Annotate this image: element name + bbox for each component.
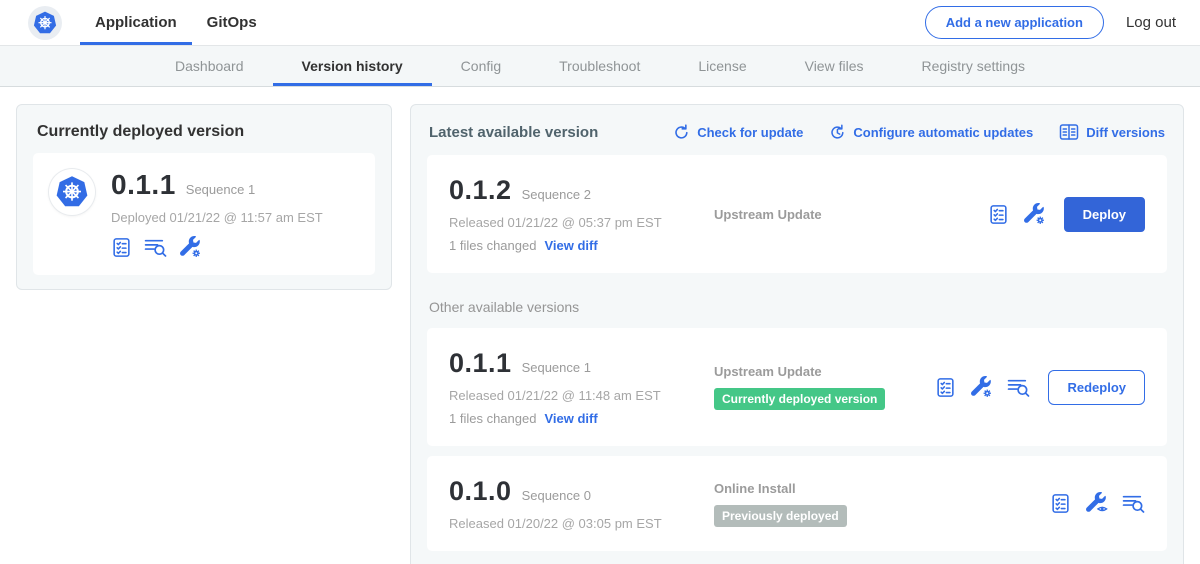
- release-notes-icon[interactable]: [111, 237, 132, 258]
- schedule-icon: [829, 124, 846, 141]
- currently-deployed-title: Currently deployed version: [37, 123, 375, 141]
- diff-versions-label: Diff versions: [1086, 125, 1165, 140]
- available-versions-panel: Latest available version Check for updat…: [410, 104, 1184, 564]
- files-changed: 1 files changed: [449, 411, 536, 426]
- check-for-update-label: Check for update: [697, 125, 803, 140]
- currently-deployed-panel: Currently deployed version 0.1.1 Sequenc…: [16, 104, 392, 290]
- configure-automatic-updates-link[interactable]: Configure automatic updates: [829, 124, 1033, 141]
- redeploy-button[interactable]: Redeploy: [1048, 370, 1145, 405]
- view-logs-icon[interactable]: [1122, 493, 1145, 514]
- view-logs-icon[interactable]: [144, 237, 167, 258]
- subnav-tab-dashboard[interactable]: Dashboard: [146, 46, 273, 86]
- version-card-0-1-1: 0.1.1 Sequence 1 Released 01/21/22 @ 11:…: [427, 328, 1167, 446]
- release-notes-icon[interactable]: [935, 377, 956, 398]
- refresh-icon: [673, 124, 690, 141]
- version-number: 0.1.0: [449, 476, 512, 507]
- subnav-tab-view-files[interactable]: View files: [776, 46, 893, 86]
- kubernetes-logo: [28, 6, 62, 40]
- version-released: Released 01/21/22 @ 05:37 pm EST: [449, 215, 714, 230]
- diff-icon: [1059, 123, 1079, 141]
- version-released: Released 01/20/22 @ 03:05 pm EST: [449, 516, 714, 531]
- version-source: Upstream Update: [714, 207, 822, 222]
- view-diff-link[interactable]: View diff: [544, 411, 597, 426]
- subnav-tab-config[interactable]: Config: [432, 46, 530, 86]
- currently-deployed-badge: Currently deployed version: [714, 388, 885, 410]
- other-available-title: Other available versions: [429, 299, 1165, 315]
- version-history-page: Currently deployed version 0.1.1 Sequenc…: [0, 87, 1200, 564]
- check-for-update-link[interactable]: Check for update: [673, 124, 803, 141]
- deployed-sequence: Sequence 1: [186, 182, 255, 197]
- version-sequence: Sequence 2: [522, 187, 591, 202]
- tab-gitops[interactable]: GitOps: [192, 0, 272, 45]
- edit-config-icon[interactable]: [1023, 203, 1046, 226]
- version-number: 0.1.2: [449, 175, 512, 206]
- app-tabs: Application GitOps: [80, 0, 272, 45]
- release-notes-icon[interactable]: [988, 204, 1009, 225]
- subnav-tab-troubleshoot[interactable]: Troubleshoot: [530, 46, 669, 86]
- release-notes-icon[interactable]: [1050, 493, 1071, 514]
- tab-application[interactable]: Application: [80, 0, 192, 45]
- app-icon: [49, 169, 95, 215]
- edit-config-icon[interactable]: [970, 376, 993, 399]
- version-sequence: Sequence 1: [522, 360, 591, 375]
- subnav-tab-version-history[interactable]: Version history: [273, 46, 432, 86]
- deployed-timestamp: Deployed 01/21/22 @ 11:57 am EST: [111, 210, 323, 225]
- version-source: Online Install: [714, 481, 796, 496]
- view-diff-link[interactable]: View diff: [544, 238, 597, 253]
- topbar: Application GitOps Add a new application…: [0, 0, 1200, 45]
- app-subnav: Dashboard Version history Config Trouble…: [0, 45, 1200, 87]
- currently-deployed-card: 0.1.1 Sequence 1 Deployed 01/21/22 @ 11:…: [33, 153, 375, 275]
- subnav-tab-license[interactable]: License: [669, 46, 775, 86]
- diff-versions-link[interactable]: Diff versions: [1059, 123, 1165, 141]
- logout-button[interactable]: Log out: [1126, 14, 1184, 31]
- version-sequence: Sequence 0: [522, 488, 591, 503]
- deploy-button[interactable]: Deploy: [1064, 197, 1145, 232]
- version-number: 0.1.1: [449, 348, 512, 379]
- version-source: Upstream Update: [714, 364, 822, 379]
- previously-deployed-badge: Previously deployed: [714, 505, 847, 527]
- view-config-icon[interactable]: [1085, 492, 1108, 515]
- subnav-tab-registry-settings[interactable]: Registry settings: [893, 46, 1054, 86]
- deployed-version-number: 0.1.1: [111, 169, 176, 201]
- version-card-0-1-0: 0.1.0 Sequence 0 Released 01/20/22 @ 03:…: [427, 456, 1167, 551]
- version-released: Released 01/21/22 @ 11:48 am EST: [449, 388, 714, 403]
- latest-available-title: Latest available version: [429, 124, 598, 141]
- add-application-button[interactable]: Add a new application: [925, 6, 1104, 39]
- configure-automatic-updates-label: Configure automatic updates: [853, 125, 1033, 140]
- edit-config-icon[interactable]: [179, 236, 202, 259]
- files-changed: 1 files changed: [449, 238, 536, 253]
- version-card-0-1-2: 0.1.2 Sequence 2 Released 01/21/22 @ 05:…: [427, 155, 1167, 273]
- view-logs-icon[interactable]: [1007, 377, 1030, 398]
